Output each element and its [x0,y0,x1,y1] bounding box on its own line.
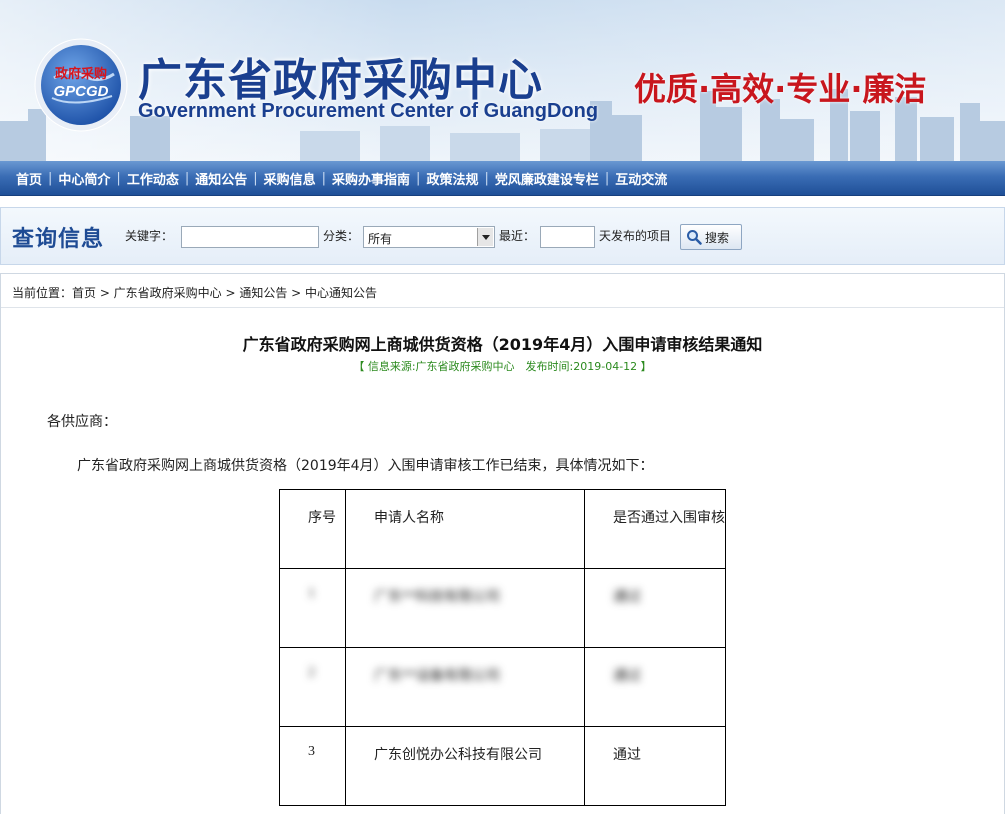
site-slogan: 优质·高效·专业·廉洁 [634,70,927,108]
nav-item-notices[interactable]: 通知公告 [195,169,247,188]
category-selected-value: 所有 [368,232,393,246]
nav-separator: | [416,170,421,186]
nav-separator: | [321,170,327,186]
site-title-en: Government Procurement Center of GuangDo… [138,100,599,122]
recent-days-input[interactable] [540,226,595,248]
divider [1,307,1004,308]
nav-item-integrity[interactable]: 党风廉政建设专栏 [495,169,599,188]
article-title: 广东省政府采购网上商城供货资格（2019年4月）入围申请审核结果通知 [242,335,763,354]
gpcgd-logo-emblem: 政府采购 GPCGD [34,38,128,132]
nav-separator: | [484,170,489,186]
nav-separator: | [48,170,53,186]
search-button[interactable]: 搜索 [680,224,742,250]
table-cell: 通过 [584,568,726,648]
nav-separator: | [184,170,190,186]
table-header-cell: 申请人名称 [345,489,585,569]
search-bar: 查询信息 关键字： 分类： 所有 最近： 天发布的项目 搜索 [0,207,1005,265]
keyword-label: 关键字： [125,229,174,243]
table-header-cell: 序号 [279,489,346,569]
result-table: 序号 申请人名称 是否通过入围审核 1 广东**科技有限公司 通过 2 广东**… [279,489,726,806]
nav-separator: | [253,170,258,186]
nav-item-about[interactable]: 中心简介 [58,169,110,188]
nav-item-news[interactable]: 工作动态 [127,169,179,188]
search-button-label: 搜索 [705,230,730,245]
table-header-row: 序号 申请人名称 是否通过入围审核 [279,489,726,569]
keyword-input[interactable] [181,226,319,248]
table-cell: 广东**科技有限公司 [345,568,585,648]
recent-label: 最近： [499,229,536,243]
article-intro: 广东省政府采购网上商城供货资格（2019年4月）入围申请审核工作已结束，具体情况… [77,458,654,474]
search-icon [687,230,702,245]
article-meta: 【 信息来源:广东省政府采购中心 发布时间:2019-04-12 】 [353,360,652,373]
article-greeting: 各供应商： [47,414,117,430]
category-label: 分类： [323,229,360,243]
main-nav: 首页 | 中心简介 | 工作动态 | 通知公告 | 采购信息 | 采购办事指南 … [0,161,1005,196]
table-cell: 广东**设备有限公司 [345,647,585,727]
nav-item-interaction[interactable]: 互动交流 [615,169,667,188]
article-panel: 当前位置：首页 > 广东省政府采购中心 > 通知公告 > 中心通知公告 广东省政… [0,273,1005,814]
table-cell: 2 [279,647,346,727]
table-row: 1 广东**科技有限公司 通过 [279,568,726,648]
search-title: 查询信息 [12,227,105,252]
days-label: 天发布的项目 [599,229,672,243]
table-header-cell: 是否通过入围审核 [584,489,726,569]
site-title-cn: 广东省政府采购中心 [138,55,543,106]
table-cell: 3 [279,726,346,806]
logo-text-cn: 政府采购 [55,66,107,82]
nav-item-procurement-info[interactable]: 采购信息 [264,169,316,188]
breadcrumb[interactable]: 当前位置：首页 > 广东省政府采购中心 > 通知公告 > 中心通知公告 [12,284,377,301]
chevron-down-icon[interactable] [477,228,493,246]
nav-item-home[interactable]: 首页 [16,169,42,188]
header-banner: 政府采购 GPCGD 广东省政府采购中心 Government Procurem… [0,0,1005,161]
nav-separator: | [116,170,121,186]
table-cell: 1 [279,568,346,648]
nav-item-guide[interactable]: 采购办事指南 [332,169,410,188]
table-cell: 通过 [584,726,726,806]
table-cell: 通过 [584,647,726,727]
table-cell: 广东创悦办公科技有限公司 [345,726,585,806]
logo-text-en: GPCGD [53,83,108,100]
table-row: 3 广东创悦办公科技有限公司 通过 [279,726,726,806]
nav-separator: | [604,170,610,186]
nav-item-policy[interactable]: 政策法规 [426,169,478,188]
table-row: 2 广东**设备有限公司 通过 [279,647,726,727]
category-select[interactable]: 所有 [363,226,495,248]
